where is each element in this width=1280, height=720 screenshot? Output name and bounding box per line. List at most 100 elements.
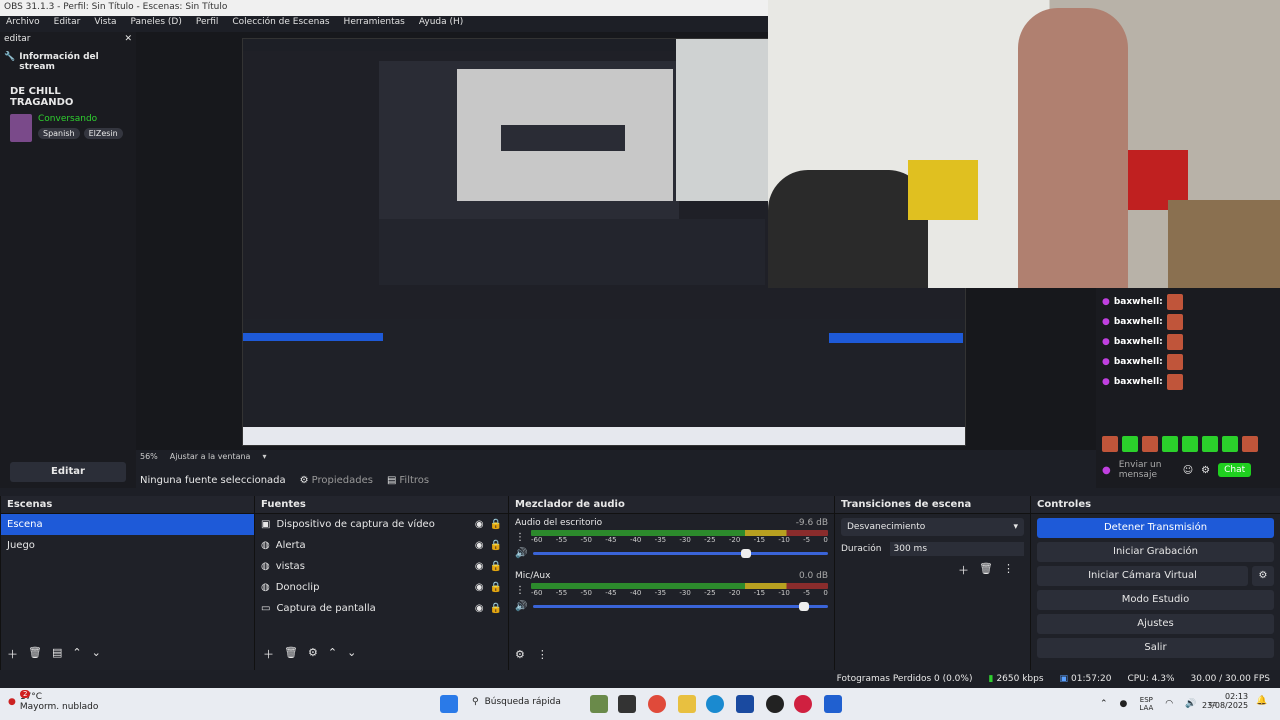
gear-icon[interactable]: ⚙	[1252, 566, 1274, 586]
filters-button[interactable]: Filtros	[399, 475, 429, 486]
close-icon[interactable]: ✕	[124, 34, 132, 44]
scene-item[interactable]: Juego	[1, 535, 254, 556]
lang-code[interactable]: ESP	[1139, 696, 1153, 704]
volume-slider[interactable]	[533, 602, 828, 611]
chat-username[interactable]: baxwhell:	[1114, 377, 1163, 387]
menu-paneles[interactable]: Paneles (D)	[131, 17, 182, 31]
lock-icon[interactable]: 🔒	[490, 519, 502, 530]
emote-icon[interactable]	[1162, 436, 1178, 452]
up-icon[interactable]: ⌃	[72, 646, 81, 662]
eye-icon[interactable]: ◉	[475, 540, 484, 551]
search-box[interactable]: ⚲ Búsqueda rápida	[472, 697, 561, 707]
menu-herramientas[interactable]: Herramientas	[344, 17, 405, 31]
chat-input[interactable]: Enviar un mensaje	[1119, 460, 1175, 480]
eye-icon[interactable]: ◉	[475, 603, 484, 614]
transition-select[interactable]: Desvanecimiento ▾	[841, 518, 1024, 536]
chevron-down-icon[interactable]: ▾	[262, 452, 266, 461]
chevron-up-icon[interactable]: ⌃	[1100, 699, 1108, 709]
stop-streaming-button[interactable]: Detener Transmisión	[1037, 518, 1274, 538]
app-icon[interactable]	[590, 695, 608, 713]
chat-button[interactable]: Chat	[1218, 463, 1252, 477]
lock-icon[interactable]: 🔒	[490, 540, 502, 551]
studio-mode-button[interactable]: Modo Estudio	[1037, 590, 1274, 610]
store-icon[interactable]	[736, 695, 754, 713]
slider-knob[interactable]	[740, 549, 751, 558]
up-icon[interactable]: ⌃	[328, 646, 337, 662]
opera-icon[interactable]	[794, 695, 812, 713]
obs-icon[interactable]	[766, 695, 784, 713]
exit-button[interactable]: Salir	[1037, 638, 1274, 658]
speaker-icon[interactable]: 🔊	[515, 548, 527, 559]
gear-icon[interactable]: ⚙	[1201, 465, 1210, 476]
emote-icon[interactable]	[1202, 436, 1218, 452]
eye-icon[interactable]: ◉	[475, 582, 484, 593]
lang-layout[interactable]: LAA	[1139, 704, 1153, 712]
chat-username[interactable]: baxwhell:	[1114, 317, 1163, 327]
emoji-icon[interactable]: ☺	[1183, 465, 1193, 476]
duration-input[interactable]: 300 ms	[889, 542, 1024, 556]
eye-icon[interactable]: ◉	[475, 561, 484, 572]
dock-tab-editar[interactable]: editar	[4, 34, 31, 44]
volume-icon[interactable]: 🔊	[1185, 699, 1196, 709]
slider-knob[interactable]	[799, 602, 810, 611]
wifi-icon[interactable]: ◠	[1165, 699, 1173, 709]
trash-icon[interactable]: 🗑	[979, 562, 993, 578]
lock-icon[interactable]: 🔒	[490, 582, 502, 593]
menu-dots-icon[interactable]: ⋮	[515, 585, 525, 596]
emote-icon[interactable]	[1222, 436, 1238, 452]
source-item[interactable]: ▭ Captura de pantalla ◉ 🔒	[255, 598, 508, 619]
settings-button[interactable]: Ajustes	[1037, 614, 1274, 634]
menu-dots-icon[interactable]: ⋮	[1003, 562, 1014, 578]
trash-icon[interactable]: 🗑	[284, 646, 298, 662]
add-icon[interactable]: ＋	[263, 646, 274, 662]
eye-icon[interactable]: ◉	[475, 519, 484, 530]
start-virtual-camera-button[interactable]: Iniciar Cámara Virtual	[1037, 566, 1248, 586]
folder-icon[interactable]	[678, 695, 696, 713]
down-icon[interactable]: ⌄	[347, 646, 356, 662]
start-recording-button[interactable]: Iniciar Grabación	[1037, 542, 1274, 562]
emote-icon[interactable]	[1122, 436, 1138, 452]
gear-icon[interactable]: ⚙	[308, 646, 318, 662]
filter-icon[interactable]: ▤	[387, 475, 396, 486]
tag-elzesin[interactable]: ElZesin	[83, 128, 123, 139]
tag-spanish[interactable]: Spanish	[38, 128, 80, 139]
menu-dots-icon[interactable]: ⋮	[515, 532, 525, 543]
chat-username[interactable]: baxwhell:	[1114, 357, 1163, 367]
emote-icon[interactable]	[1242, 436, 1258, 452]
menu-editar[interactable]: Editar	[54, 17, 81, 31]
menu-vista[interactable]: Vista	[94, 17, 116, 31]
lock-icon[interactable]: 🔒	[490, 603, 502, 614]
mic-icon[interactable]: ●	[1102, 465, 1111, 476]
gear-icon[interactable]: ⚙	[300, 475, 309, 486]
mic-icon[interactable]: ●	[1120, 699, 1128, 709]
clock[interactable]: 02:13 23/08/2025	[1202, 692, 1248, 710]
chat-username[interactable]: baxwhell:	[1114, 297, 1163, 307]
properties-button[interactable]: Propiedades	[312, 475, 373, 486]
chrome-icon[interactable]	[648, 695, 666, 713]
filter-icon[interactable]: ▤	[52, 646, 62, 662]
menu-dots-icon[interactable]: ⋮	[537, 648, 548, 661]
lock-icon[interactable]: 🔒	[490, 561, 502, 572]
windows-start-icon[interactable]	[440, 695, 458, 713]
volume-slider[interactable]	[533, 549, 828, 558]
chat-username[interactable]: baxwhell:	[1114, 337, 1163, 347]
emote-icon[interactable]	[1102, 436, 1118, 452]
edit-stream-button[interactable]: Editar	[10, 462, 126, 482]
source-item[interactable]: ◍ Donoclip ◉ 🔒	[255, 577, 508, 598]
menu-coleccion-escenas[interactable]: Colección de Escenas	[232, 17, 329, 31]
menu-ayuda[interactable]: Ayuda (H)	[419, 17, 463, 31]
add-icon[interactable]: ＋	[958, 562, 969, 578]
scene-item[interactable]: Escena	[1, 514, 254, 535]
source-item[interactable]: ◍ vistas ◉ 🔒	[255, 556, 508, 577]
screen-capture-icon[interactable]	[824, 695, 842, 713]
file-icon[interactable]	[618, 695, 636, 713]
gear-icon[interactable]: ⚙	[515, 648, 525, 661]
source-item[interactable]: ▣ Dispositivo de captura de vídeo ◉ 🔒	[255, 514, 508, 535]
add-icon[interactable]: ＋	[7, 646, 18, 662]
fit-dropdown[interactable]: Ajustar a la ventana	[170, 452, 251, 461]
menu-perfil[interactable]: Perfil	[196, 17, 219, 31]
edge-icon[interactable]	[706, 695, 724, 713]
bell-icon[interactable]: 🔔	[1256, 696, 1267, 706]
menu-archivo[interactable]: Archivo	[6, 17, 40, 31]
down-icon[interactable]: ⌄	[92, 646, 101, 662]
